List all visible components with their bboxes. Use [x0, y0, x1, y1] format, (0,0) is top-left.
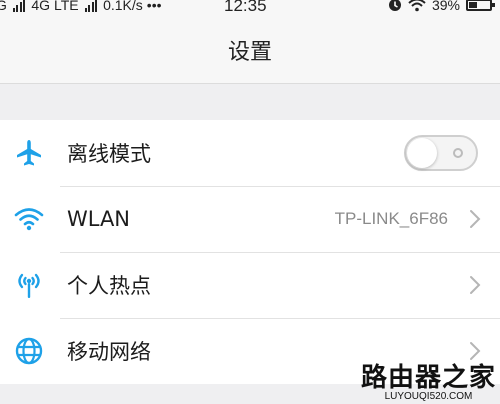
status-left: G 4G LTE 0.1K/s ••• [0, 0, 162, 13]
settings-row-wlan[interactable]: WLAN TP-LINK_6F86 [0, 186, 500, 252]
settings-list: 离线模式 WLAN TP-LINK_6F86 个人热点 移动网络 [0, 120, 500, 384]
watermark-title: 路由器之家 [360, 363, 496, 393]
airplane-icon [13, 137, 45, 169]
lte-signal-icon [84, 0, 98, 12]
status-right: 39% [388, 0, 495, 13]
globe-icon [13, 335, 45, 367]
battery-icon [466, 0, 495, 11]
wlan-label: WLAN [67, 207, 131, 231]
settings-row-airplane-mode[interactable]: 离线模式 [0, 120, 500, 186]
chevron-right-icon [470, 210, 481, 228]
signal-strength-icon [12, 0, 26, 12]
page-title: 设置 [227, 40, 272, 65]
wifi-status-icon [408, 0, 426, 12]
airplane-mode-label: 离线模式 [67, 142, 151, 166]
toggle-off-indicator [453, 148, 463, 158]
status-time: 12:35 [224, 0, 267, 15]
section-spacer [0, 84, 500, 120]
settings-row-hotspot[interactable]: 个人热点 [0, 252, 500, 318]
alarm-clock-icon [388, 0, 401, 11]
watermark-url: LUYOUQI520.COM [384, 391, 473, 402]
page-title-bar: 设置 [0, 16, 500, 84]
wlan-network-name: TP-LINK_6F86 [334, 209, 448, 228]
airplane-mode-toggle[interactable] [404, 135, 478, 171]
overflow-dots: ••• [146, 0, 162, 13]
hotspot-label: 个人热点 [67, 274, 151, 298]
chevron-right-icon [470, 276, 481, 294]
mobile-network-label: 移动网络 [67, 340, 151, 364]
network-speed: 0.1K/s [103, 0, 143, 13]
network-type-label: 4G LTE [31, 0, 79, 13]
battery-percent: 39% [431, 0, 460, 13]
chevron-right-icon [470, 342, 481, 360]
battery-fill [469, 2, 477, 8]
wifi-icon [13, 203, 45, 235]
status-bar: G 4G LTE 0.1K/s ••• 12:35 39% [0, 0, 500, 16]
toggle-knob [407, 138, 437, 168]
carrier-signal-label: G [0, 0, 7, 13]
hotspot-icon [13, 269, 45, 301]
site-watermark: 路由器之家 LUYOUQI520.COM [361, 365, 496, 402]
